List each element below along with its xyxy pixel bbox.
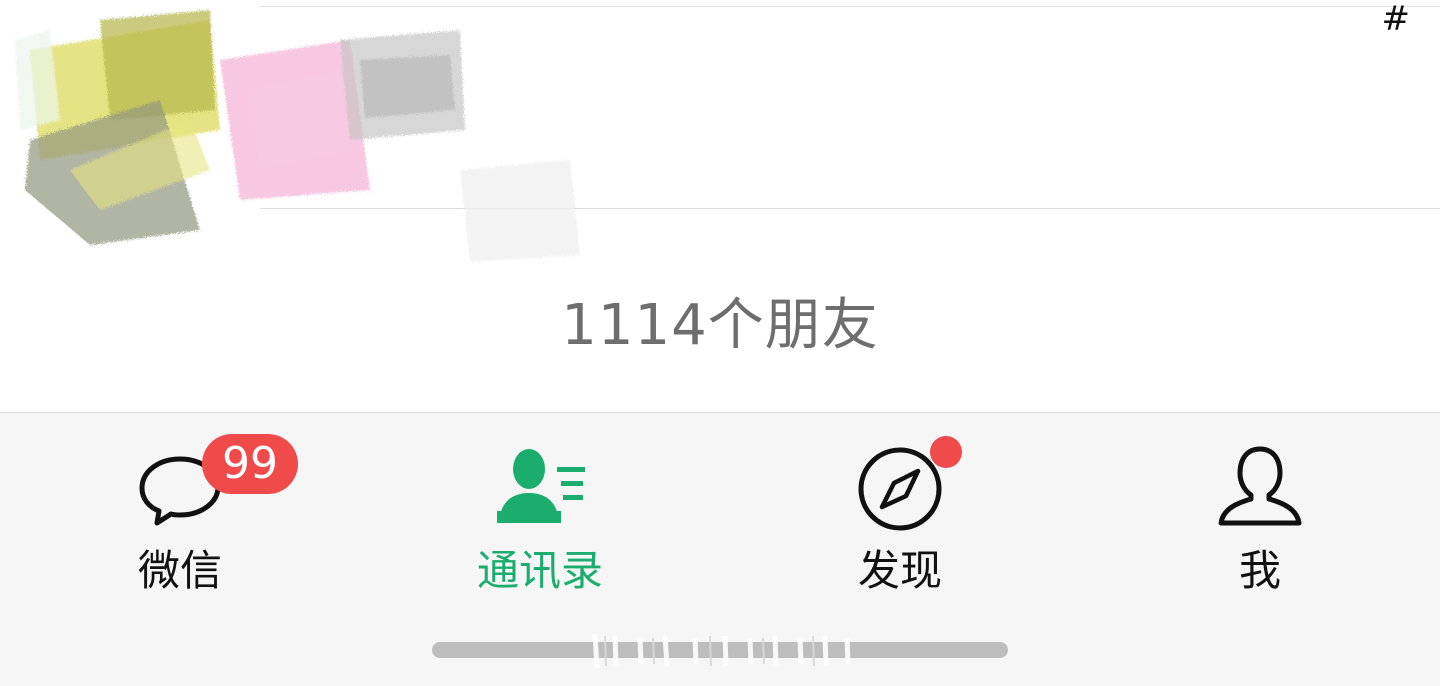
friend-count-text: 1114个朋友 [561,293,879,358]
redacted-contact-scribble [15,10,580,262]
tab-label-contacts: 通讯录 [476,546,603,595]
contact-list: # 1114个朋友 [0,0,1440,412]
redacted-scribble [592,633,851,669]
person-icon [1218,446,1302,526]
tab-contacts[interactable]: 通讯录 [440,441,640,595]
index-letter-hash[interactable]: # [1382,0,1411,38]
wechat-contacts-screen: # 1114个朋友 微信 通讯录 发现 我 99 [0,0,1440,686]
unread-count-badge: 99 [202,434,298,494]
tab-discover[interactable]: 发现 [800,441,1000,595]
contacts-icon [497,449,585,523]
tab-me[interactable]: 我 [1160,441,1360,595]
tab-label-discover: 发现 [857,546,942,595]
tab-label-chats: 微信 [137,546,222,595]
discover-notification-dot [930,436,962,468]
tab-label-me: 我 [1238,546,1281,595]
